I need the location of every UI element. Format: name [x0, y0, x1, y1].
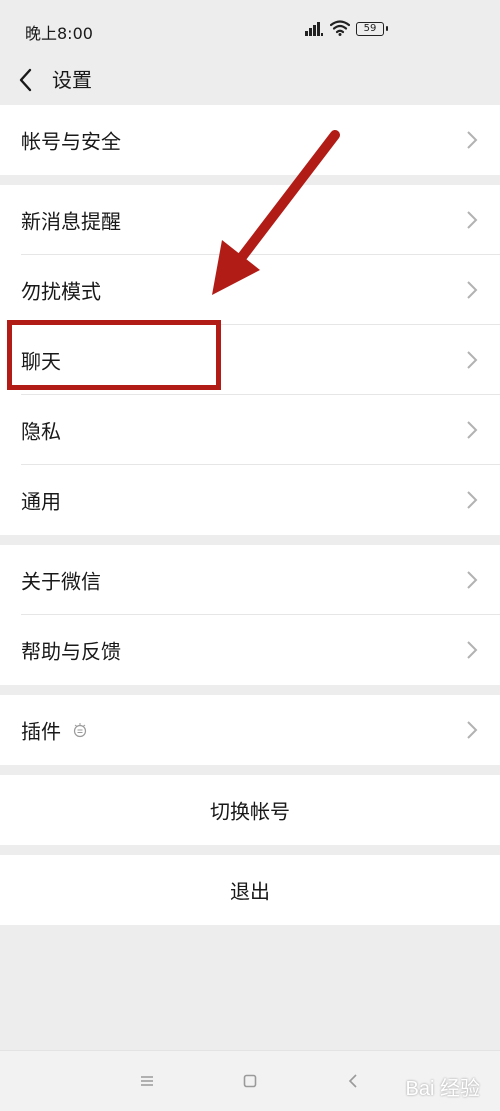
settings-item-do-not-disturb[interactable]: 勿扰模式 — [0, 255, 500, 325]
chevron-right-icon — [467, 421, 478, 439]
page-title: 设置 — [52, 68, 92, 92]
settings-item-general[interactable]: 通用 — [0, 465, 500, 535]
settings-item-chat[interactable]: 聊天 — [0, 325, 500, 395]
settings-item-notifications[interactable]: 新消息提醒 — [0, 185, 500, 255]
settings-group-account: 帐号与安全 — [0, 105, 500, 175]
battery-icon: 59 — [356, 22, 388, 36]
settings-item-label: 聊天 — [21, 349, 61, 374]
menu-icon[interactable] — [135, 1069, 159, 1093]
chevron-right-icon — [467, 571, 478, 589]
settings-group-plugins: 插件 — [0, 695, 500, 765]
battery-level: 59 — [363, 23, 377, 34]
switch-account-row: 切换帐号 — [0, 775, 500, 845]
settings-item-account-security[interactable]: 帐号与安全 — [0, 105, 500, 175]
settings-item-privacy[interactable]: 隐私 — [0, 395, 500, 465]
settings-item-label: 关于微信 — [21, 569, 101, 594]
switch-account-label: 切换帐号 — [210, 799, 290, 824]
settings-item-help-feedback[interactable]: 帮助与反馈 — [0, 615, 500, 685]
settings-group-general: 新消息提醒 勿扰模式 聊天 隐私 通用 — [0, 185, 500, 535]
watermark: Bai 经验 — [405, 1078, 480, 1100]
settings-item-plugins[interactable]: 插件 — [0, 695, 500, 765]
chevron-right-icon — [467, 491, 478, 509]
settings-item-label: 新消息提醒 — [21, 209, 121, 234]
chevron-right-icon — [467, 211, 478, 229]
settings-item-about[interactable]: 关于微信 — [0, 545, 500, 615]
nav-bar: 设置 — [0, 58, 500, 104]
signal-icon — [305, 22, 323, 36]
settings-item-label: 隐私 — [21, 419, 61, 444]
settings-item-label: 通用 — [21, 489, 61, 514]
switch-account-button[interactable]: 切换帐号 — [0, 775, 500, 845]
wifi-icon — [330, 20, 350, 36]
chevron-right-icon — [467, 721, 478, 739]
logout-button[interactable]: 退出 — [0, 855, 500, 925]
chevron-right-icon — [467, 351, 478, 369]
system-nav-bar: Bai 经验 — [0, 1050, 500, 1111]
logout-label: 退出 — [230, 879, 270, 904]
chevron-right-icon — [467, 281, 478, 299]
chevron-right-icon — [467, 641, 478, 659]
settings-group-about: 关于微信 帮助与反馈 — [0, 545, 500, 685]
logout-row: 退出 — [0, 855, 500, 925]
home-icon[interactable] — [238, 1069, 262, 1093]
settings-item-label: 插件 — [21, 719, 61, 744]
settings-item-label: 帮助与反馈 — [21, 639, 121, 664]
settings-item-label: 帐号与安全 — [21, 129, 121, 154]
settings-item-label: 勿扰模式 — [21, 279, 101, 304]
plugin-badge-icon — [73, 723, 87, 738]
chevron-right-icon — [467, 131, 478, 149]
status-time: 晚上8:00 — [25, 24, 93, 43]
status-bar: 晚上8:00 59 — [0, 0, 500, 58]
chevron-left-icon[interactable] — [15, 66, 39, 94]
back-nav-icon[interactable] — [342, 1069, 366, 1093]
